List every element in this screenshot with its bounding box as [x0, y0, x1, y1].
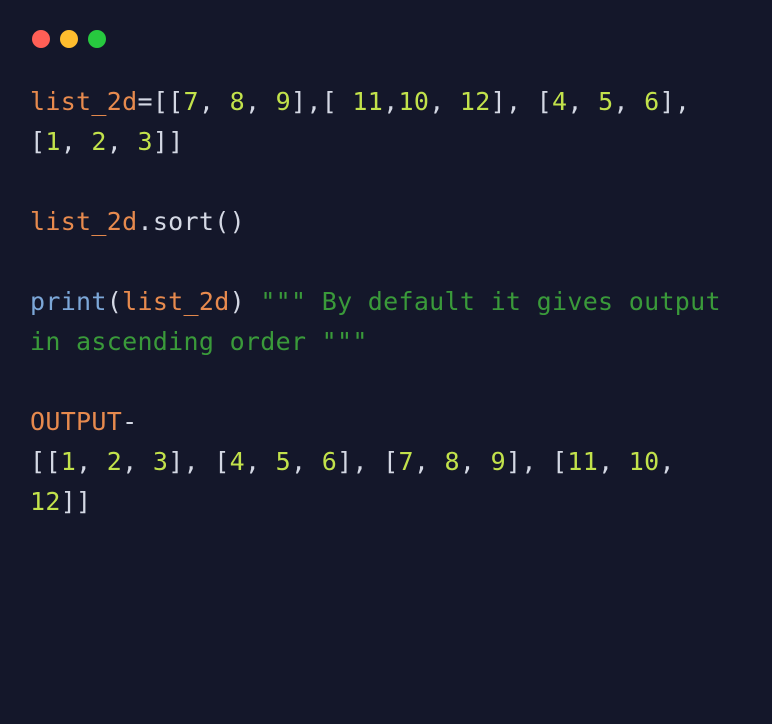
output-bracket: [[: [30, 447, 61, 476]
dash: -: [122, 407, 137, 436]
comma: ,: [245, 87, 276, 116]
function-name: print: [30, 287, 107, 316]
number-literal: 4: [552, 87, 567, 116]
comma: ,: [76, 447, 107, 476]
bracket: ],[: [291, 87, 352, 116]
number-literal: 5: [598, 87, 613, 116]
output-bracket: ], [: [168, 447, 229, 476]
comma: ,: [291, 447, 322, 476]
comma: ,: [429, 87, 460, 116]
number-literal: 9: [491, 447, 506, 476]
comma: ,: [122, 447, 153, 476]
space: [245, 287, 260, 316]
variable-name: list_2d: [30, 87, 137, 116]
number-literal: 1: [61, 447, 76, 476]
number-literal: 4: [230, 447, 245, 476]
number-literal: 1: [45, 127, 60, 156]
number-literal: 3: [153, 447, 168, 476]
maximize-icon: [88, 30, 106, 48]
number-literal: 2: [107, 447, 122, 476]
number-literal: 9: [276, 87, 291, 116]
comma: ,: [245, 447, 276, 476]
comma: ,: [414, 447, 445, 476]
paren-close: ): [230, 287, 245, 316]
number-literal: 5: [276, 447, 291, 476]
minimize-icon: [60, 30, 78, 48]
number-literal: 8: [230, 87, 245, 116]
number-literal: 6: [322, 447, 337, 476]
number-literal: 7: [184, 87, 199, 116]
dot: .: [137, 207, 152, 236]
bracket: ], [: [491, 87, 552, 116]
number-literal: 8: [445, 447, 460, 476]
window-titlebar: [30, 30, 742, 48]
parentheses: (): [214, 207, 245, 236]
comma: ,: [107, 127, 138, 156]
comma: ,: [613, 87, 644, 116]
comma: ,: [199, 87, 230, 116]
close-icon: [32, 30, 50, 48]
number-literal: 10: [629, 447, 660, 476]
comma: ,: [460, 447, 491, 476]
comma: ,: [659, 447, 690, 476]
comma: ,: [598, 447, 629, 476]
output-label: OUTPUT: [30, 407, 122, 436]
paren-open: (: [107, 287, 122, 316]
number-literal: 11: [352, 87, 383, 116]
method-name: sort: [153, 207, 214, 236]
comma: ,: [567, 87, 598, 116]
bracket: [[: [153, 87, 184, 116]
number-literal: 10: [398, 87, 429, 116]
operator-equals: =: [137, 87, 152, 116]
output-bracket: ], [: [337, 447, 398, 476]
comma: ,: [61, 127, 92, 156]
number-literal: 7: [398, 447, 413, 476]
comma: ,: [383, 87, 398, 116]
number-literal: 12: [460, 87, 491, 116]
number-literal: 11: [567, 447, 598, 476]
bracket: ]]: [153, 127, 184, 156]
variable-name: list_2d: [122, 287, 229, 316]
number-literal: 6: [644, 87, 659, 116]
variable-name: list_2d: [30, 207, 137, 236]
number-literal: 12: [30, 487, 61, 516]
code-block: list_2d=[[7, 8, 9],[ 11,10, 12], [4, 5, …: [30, 82, 742, 522]
number-literal: 3: [137, 127, 152, 156]
output-bracket: ], [: [506, 447, 567, 476]
number-literal: 2: [91, 127, 106, 156]
output-bracket: ]]: [61, 487, 92, 516]
